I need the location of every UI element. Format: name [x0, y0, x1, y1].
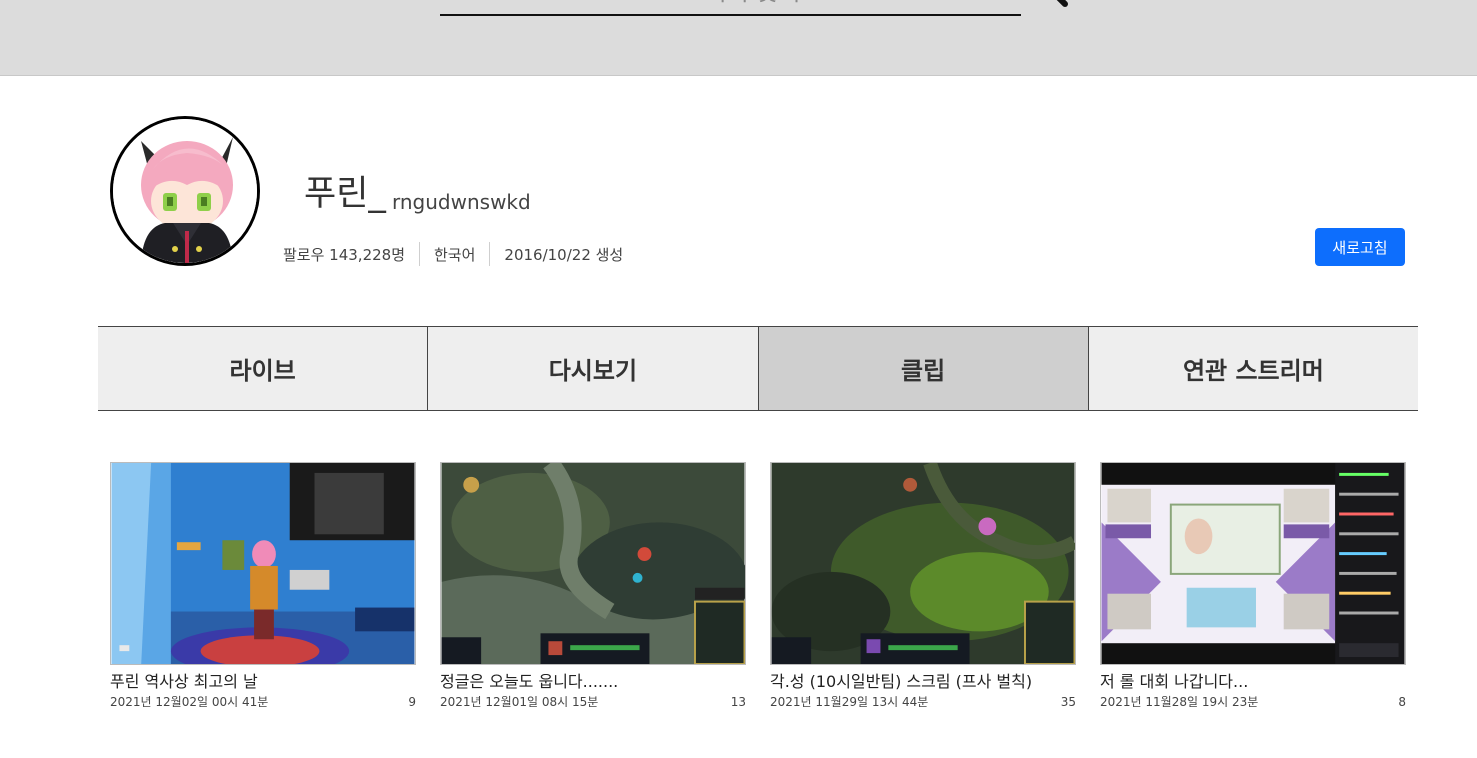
- clip-thumbnail[interactable]: [440, 462, 746, 665]
- top-search-bar: [0, 0, 1477, 76]
- search-icon: [1056, 0, 1068, 7]
- broadcast-language: 한국어: [434, 245, 476, 264]
- clip-title[interactable]: 푸린 역사상 최고의 날: [110, 671, 416, 693]
- clip-view-count: 35: [1060, 695, 1076, 709]
- account-created-date: 2016/10/22 생성: [504, 245, 624, 264]
- meta-divider: [489, 242, 491, 266]
- streamer-display-name: 푸린_: [304, 174, 386, 214]
- clip-date: 2021년 12월01일 08시 15분: [440, 695, 599, 709]
- clip-card[interactable]: 각.성 (10시일반팀) 스크림 (프사 벌칙) 2021년 11월29일 13…: [770, 462, 1076, 710]
- refresh-button[interactable]: 새로고침: [1315, 228, 1405, 266]
- tab-replays[interactable]: 다시보기: [428, 327, 759, 410]
- clip-date: 2021년 11월28일 19시 23분: [1100, 695, 1259, 709]
- clip-card[interactable]: 저 롤 대회 나갑니다... 2021년 11월28일 19시 23분 8: [1100, 462, 1406, 710]
- meta-divider: [419, 242, 420, 266]
- clip-view-count: 13: [730, 695, 746, 709]
- search-input[interactable]: [440, 0, 1021, 16]
- clip-title[interactable]: 정글은 오늘도 웁니다.......: [440, 671, 746, 693]
- profile-tabs: 라이브 다시보기 클립 연관 스트리머: [98, 326, 1418, 411]
- follower-count: 팔로우 143,228명: [283, 245, 405, 264]
- clip-card[interactable]: 푸린 역사상 최고의 날 2021년 12월02일 00시 41분 9: [110, 462, 416, 710]
- search-button[interactable]: [1034, 0, 1070, 10]
- clip-thumbnail[interactable]: [110, 462, 416, 665]
- profile-meta: 팔로우 143,228명 한국어 2016/10/22 생성: [283, 241, 623, 267]
- tab-clips[interactable]: 클립: [758, 327, 1089, 410]
- clip-view-count: 9: [408, 695, 416, 709]
- tab-related-streamers[interactable]: 연관 스트리머: [1088, 327, 1418, 410]
- clip-date: 2021년 12월02일 00시 41분: [110, 695, 269, 709]
- clip-thumbnail[interactable]: [770, 462, 1076, 665]
- clip-title[interactable]: 저 롤 대회 나갑니다...: [1100, 671, 1406, 693]
- streamer-login-id: rngudwnswkd: [392, 190, 531, 214]
- clip-date: 2021년 11월29일 13시 44분: [770, 695, 929, 709]
- avatar: [110, 116, 260, 266]
- clip-thumbnail[interactable]: [1100, 462, 1406, 665]
- tab-live[interactable]: 라이브: [98, 327, 429, 410]
- clip-card[interactable]: 정글은 오늘도 웁니다....... 2021년 12월01일 08시 15분 …: [440, 462, 746, 710]
- clip-grid: 푸린 역사상 최고의 날 2021년 12월02일 00시 41분 9 정글은 …: [110, 462, 1406, 722]
- clip-title[interactable]: 각.성 (10시일반팀) 스크림 (프사 벌칙): [770, 671, 1076, 693]
- clip-view-count: 8: [1398, 695, 1406, 709]
- avatar-character-image: [113, 119, 257, 263]
